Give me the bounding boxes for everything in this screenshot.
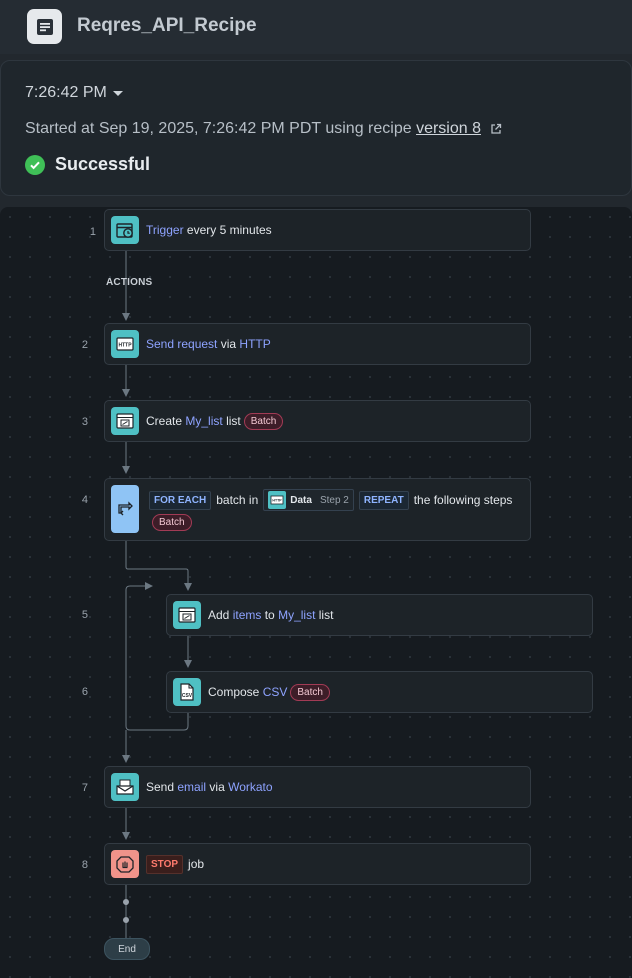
step-number: 8: [81, 859, 88, 871]
job-status-label: Successful: [55, 154, 151, 174]
svg-text:HTTP: HTTP: [118, 343, 132, 349]
data-pill-step: Step 2: [319, 494, 349, 506]
step-for-each[interactable]: FOR EACH batch in HTTP Data Step 2 REPEA…: [104, 478, 531, 541]
trigger-keyword: Trigger: [146, 223, 184, 237]
trigger-schedule: every 5 minutes: [186, 223, 272, 237]
svg-text:HTTP: HTTP: [273, 499, 283, 503]
data-pill[interactable]: HTTP Data Step 2: [263, 489, 354, 511]
step-send-request[interactable]: HTTP Send request via HTTP: [104, 323, 531, 365]
step-trigger[interactable]: Trigger every 5 minutes: [104, 209, 531, 251]
batch-badge: Batch: [243, 412, 284, 430]
recipe-version-link[interactable]: version 8: [416, 120, 481, 137]
step-stop-job[interactable]: STOP job: [104, 843, 531, 885]
recipe-flow-canvas[interactable]: 1 Trigger every 5 minutes ACTIONS 2 HTTP…: [0, 207, 632, 978]
loop-icon: [111, 485, 139, 533]
step-number: 5: [81, 609, 88, 621]
list-icon: [173, 601, 201, 629]
actions-label: ACTIONS: [106, 277, 153, 288]
items-field: items: [232, 608, 262, 622]
flow-end-dot: [123, 899, 129, 905]
list-word: list: [226, 414, 241, 428]
list-name: My_list: [278, 608, 316, 622]
svg-text:CSV: CSV: [182, 693, 193, 699]
scheduler-clock-icon: [111, 216, 139, 244]
http-icon: HTTP: [268, 491, 287, 509]
http-icon: HTTP: [111, 330, 139, 358]
batch-badge: Batch: [152, 514, 192, 531]
action-verb: Compose: [208, 685, 260, 699]
step-number: 3: [81, 416, 88, 428]
stop-hand-icon: [111, 850, 139, 878]
started-prefix: Started at Sep 19, 2025, 7:26:42 PM PDT …: [25, 120, 412, 137]
action-verb: Create: [146, 414, 183, 428]
app-name: Workato: [228, 780, 273, 794]
end-marker[interactable]: End: [104, 938, 150, 960]
step-send-email[interactable]: Send email via Workato: [104, 766, 531, 808]
email-icon: [111, 773, 139, 801]
action-verb: Add: [208, 608, 230, 622]
step-number: 2: [81, 339, 88, 351]
step-compose-csv[interactable]: CSV Compose CSV Batch: [166, 671, 593, 713]
success-check-icon: [25, 154, 45, 175]
flow-end-dot: [123, 917, 129, 923]
recipe-title: Reqres_API_Recipe: [77, 15, 257, 36]
job-status: Successful: [25, 154, 150, 175]
external-link-icon[interactable]: [490, 123, 502, 135]
format-name: CSV: [262, 685, 288, 699]
repeat-text: the following steps: [413, 493, 513, 507]
job-time-dropdown[interactable]: 7:26:42 PM: [25, 84, 123, 102]
app-header: Reqres_API_Recipe: [0, 0, 632, 54]
step-add-items[interactable]: Add items to My_list list: [166, 594, 593, 636]
batch-badge: Batch: [290, 683, 330, 701]
connector-word: via: [209, 780, 225, 794]
job-time: 7:26:42 PM: [25, 84, 107, 101]
step-create-list[interactable]: Create My_list list Batch: [104, 400, 531, 442]
step-number: 6: [81, 686, 88, 698]
for-each-keyword: FOR EACH: [149, 490, 212, 510]
chevron-down-icon: [112, 90, 123, 96]
job-started-text: Started at Sep 19, 2025, 7:26:42 PM PDT …: [25, 120, 502, 138]
data-pill-label: Data: [290, 494, 312, 506]
csv-icon: CSV: [173, 678, 201, 706]
connector-word: via: [220, 337, 237, 351]
job-summary-card: 7:26:42 PM Started at Sep 19, 2025, 7:26…: [0, 60, 632, 196]
list-word: list: [318, 608, 334, 622]
email-keyword: email: [177, 780, 207, 794]
list-icon: [111, 407, 139, 435]
connector-word: to: [264, 608, 275, 622]
batch-in-text: batch in: [216, 493, 259, 507]
action-verb: Send: [146, 780, 175, 794]
stop-keyword: STOP: [146, 854, 184, 874]
action-keyword: Send request: [146, 337, 218, 351]
repeat-keyword: REPEAT: [358, 490, 409, 510]
step-number: 7: [81, 782, 88, 794]
recipe-document-icon[interactable]: [27, 9, 62, 44]
step-number: 1: [89, 226, 96, 238]
step-number: 4: [81, 494, 88, 506]
app-name: HTTP: [239, 337, 271, 351]
job-word: job: [188, 857, 205, 871]
list-name: My_list: [185, 414, 223, 428]
